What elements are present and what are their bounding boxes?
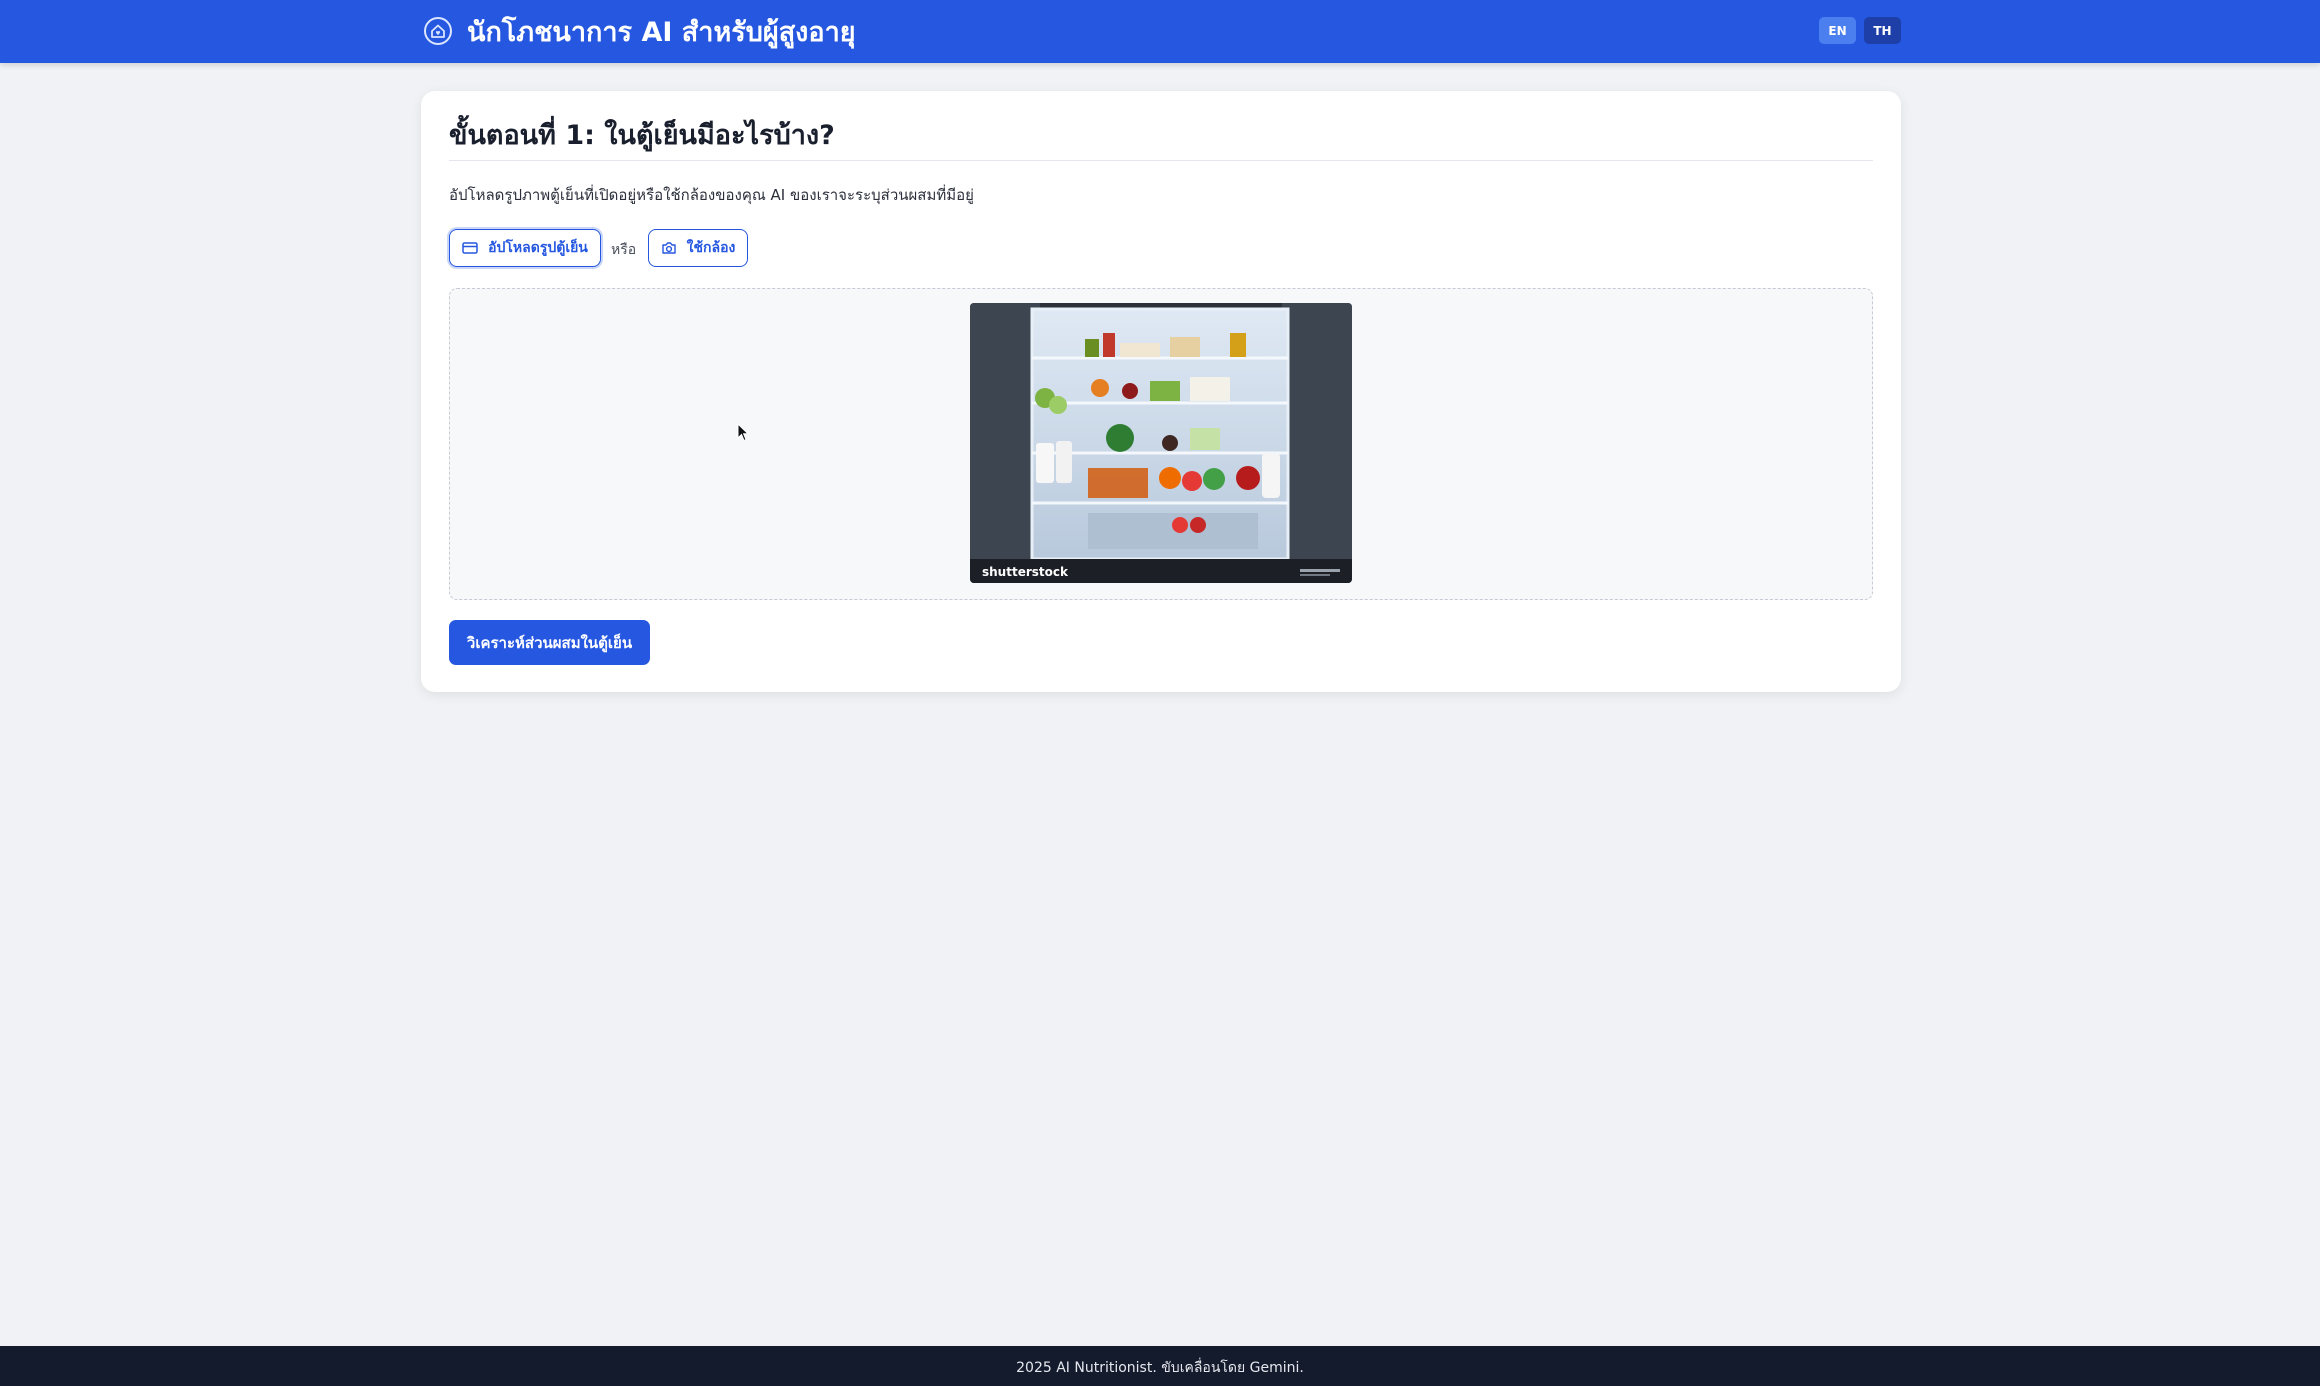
top-navbar: นักโภชนาการ AI สำหรับผู้สูงอายุ EN TH [0,0,2320,63]
analyze-ingredients-button[interactable]: วิเคราะห์ส่วนผสมในตู้เย็น [449,620,650,665]
divider [449,160,1873,161]
upload-card-icon [462,242,478,254]
shutterstock-watermark: shutterstock [982,565,1069,579]
or-separator: หรือ [611,242,637,258]
use-camera-label: ใช้กล้อง [686,240,736,256]
lang-en-button[interactable]: EN [1819,17,1856,44]
home-heart-icon [424,17,452,45]
lang-th-button[interactable]: TH [1864,17,1901,44]
app-title: นักโภชนาการ AI สำหรับผู้สูงอายุ [467,16,856,48]
upload-fridge-button[interactable]: อัปโหลดรูปตู้เย็น [449,229,601,267]
step-card: ขั้นตอนที่ 1: ในตู้เย็นมีอะไรบ้าง? อัปโห… [421,91,1901,692]
image-dropzone[interactable]: shutterstock [449,288,1873,600]
brand: นักโภชนาการ AI สำหรับผู้สูงอายุ [423,12,856,50]
mouse-cursor-icon [737,423,749,442]
step-title: ขั้นตอนที่ 1: ในตู้เย็นมีอะไรบ้าง? [449,120,835,151]
upload-fridge-label: อัปโหลดรูปตู้เย็น [488,240,588,256]
footer: 2025 AI Nutritionist. ขับเคลื่อนโดย Gemi… [0,1346,2320,1386]
camera-icon [661,242,676,254]
step-instruction: อัปโหลดรูปภาพตู้เย็นที่เปิดอยู่หรือใช้กล… [449,186,974,204]
use-camera-button[interactable]: ใช้กล้อง [648,229,748,267]
fridge-preview-image: shutterstock [970,303,1352,583]
footer-text: 2025 AI Nutritionist. ขับเคลื่อนโดย Gemi… [1016,1360,1304,1376]
